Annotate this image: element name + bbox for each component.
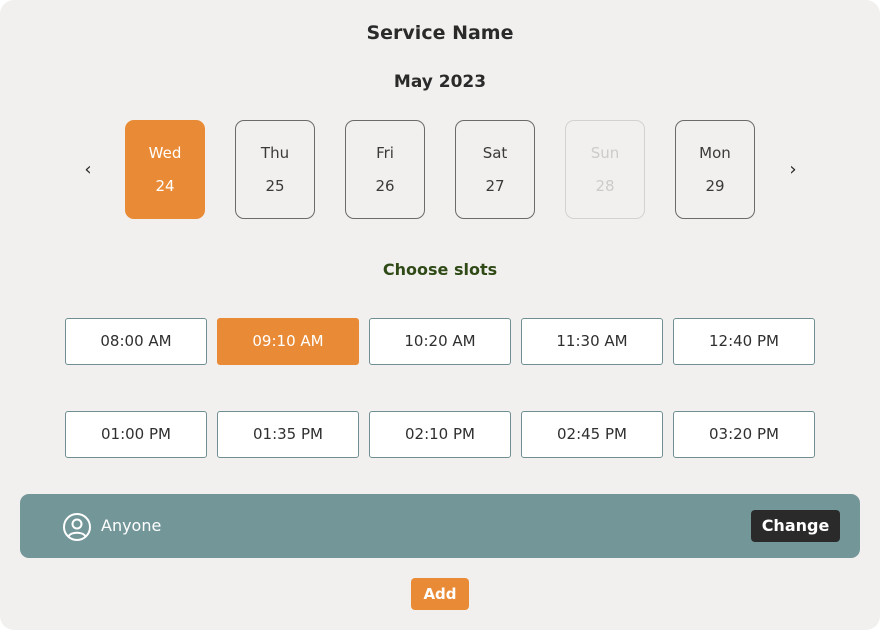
day-item[interactable]: Fri 26 <box>345 120 425 219</box>
day-date: 27 <box>485 177 505 195</box>
change-button[interactable]: Change <box>751 510 840 542</box>
time-slot-button[interactable]: 09:10 AM <box>217 318 359 365</box>
day-item: Sun 28 <box>565 120 645 219</box>
time-slot-button[interactable]: 11:30 AM <box>521 318 663 365</box>
time-slot-button[interactable]: 03:20 PM <box>673 411 815 458</box>
day-name: Fri <box>376 144 394 162</box>
service-title: Service Name <box>366 22 514 44</box>
time-slot-button[interactable]: 08:00 AM <box>65 318 207 365</box>
day-item[interactable]: Thu 25 <box>235 120 315 219</box>
staff-name: Anyone <box>101 516 162 535</box>
day-date: 28 <box>595 177 615 195</box>
day-date: 26 <box>375 177 395 195</box>
day-date: 29 <box>705 177 725 195</box>
day-date: 25 <box>265 177 285 195</box>
booking-card: Service Name May 2023 ‹ › Wed 24 Thu 25 … <box>0 0 880 630</box>
time-slot-button[interactable]: 02:45 PM <box>521 411 663 458</box>
month-title: May 2023 <box>393 72 487 92</box>
day-name: Thu <box>260 144 290 162</box>
day-name: Wed <box>148 144 182 162</box>
day-name: Mon <box>699 144 731 162</box>
chevron-left-icon[interactable]: ‹ <box>76 156 100 184</box>
time-slot-button[interactable]: 02:10 PM <box>369 411 511 458</box>
day-item[interactable]: Wed 24 <box>125 120 205 219</box>
day-item[interactable]: Sat 27 <box>455 120 535 219</box>
time-slot-button[interactable]: 01:35 PM <box>217 411 359 458</box>
day-name: Sat <box>482 144 508 162</box>
staff-selector: Anyone Change <box>20 494 860 558</box>
user-circle-icon <box>63 513 91 541</box>
slots-title: Choose slots <box>382 260 498 279</box>
day-name: Sun <box>590 144 620 162</box>
time-slot-button[interactable]: 10:20 AM <box>369 318 511 365</box>
day-item[interactable]: Mon 29 <box>675 120 755 219</box>
chevron-right-icon[interactable]: › <box>781 156 805 184</box>
time-slot-button[interactable]: 12:40 PM <box>673 318 815 365</box>
time-slot-button[interactable]: 01:00 PM <box>65 411 207 458</box>
add-button[interactable]: Add <box>411 578 469 610</box>
day-date: 24 <box>155 177 175 195</box>
